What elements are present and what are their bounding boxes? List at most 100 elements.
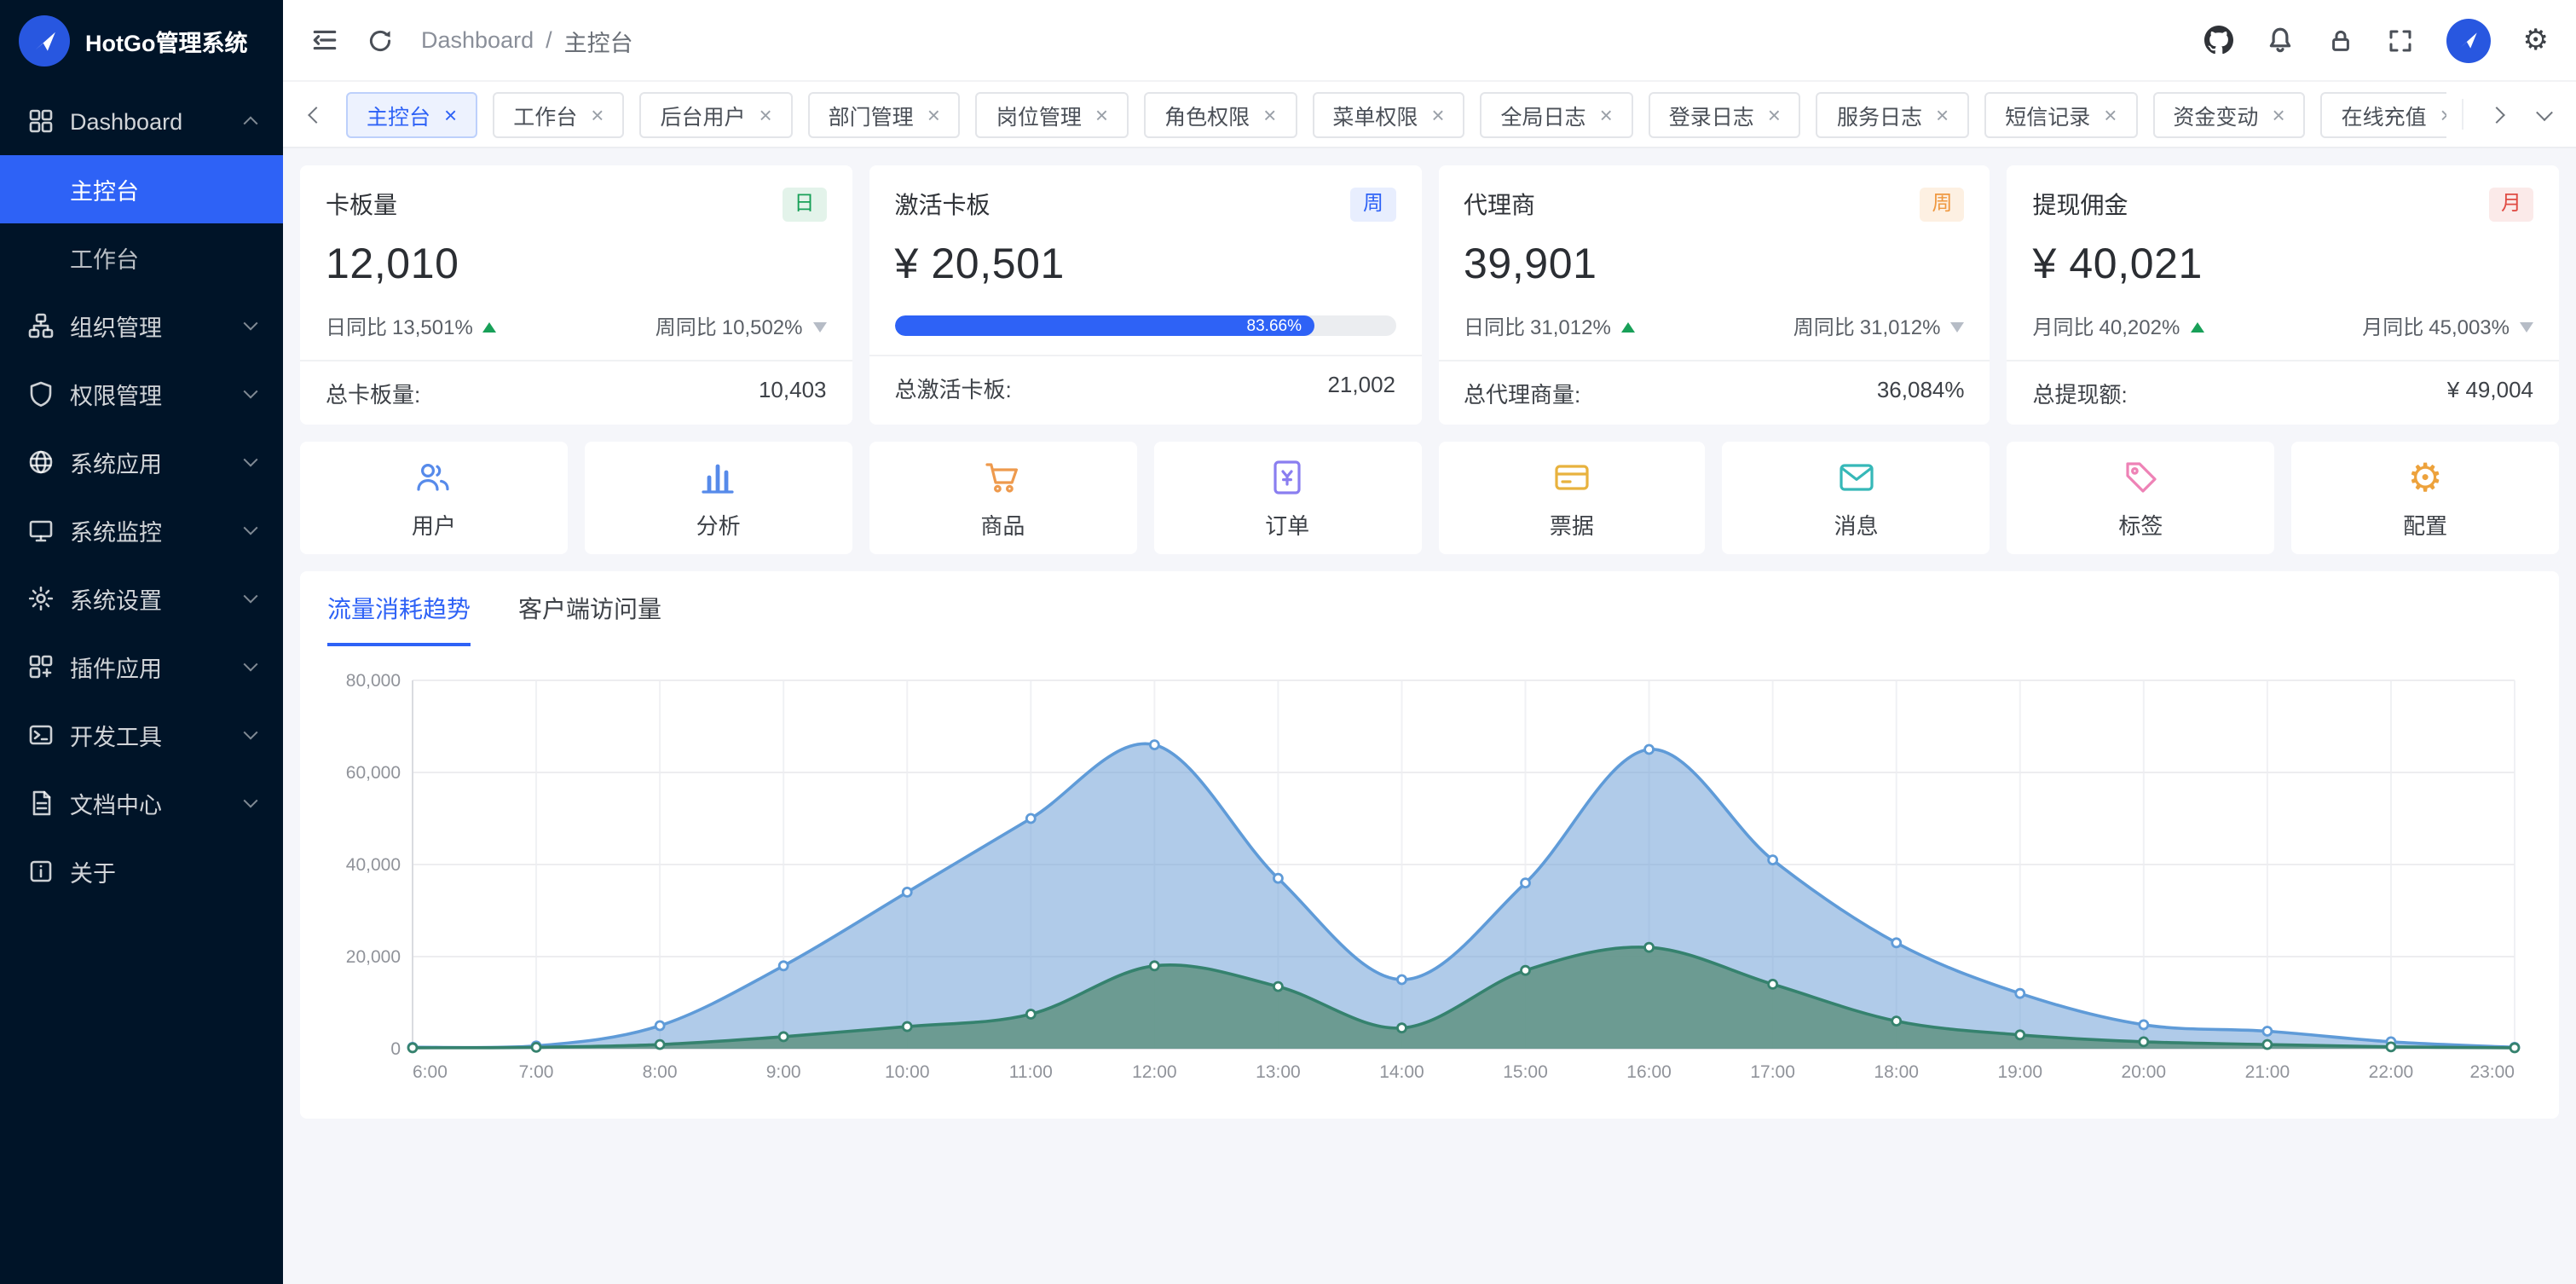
period-badge: 周	[1351, 188, 1395, 221]
trend-up-icon	[1621, 321, 1635, 332]
stat-footer-value: 10,403	[759, 377, 827, 409]
top-header: Dashboard / 主控台 ⚙	[283, 0, 2576, 80]
quick-action-config[interactable]: ⚙ 配置	[2291, 442, 2559, 554]
close-icon[interactable]: ×	[1263, 103, 1276, 125]
close-icon[interactable]: ×	[2272, 103, 2284, 125]
tab-departments[interactable]: 部门管理×	[808, 91, 961, 137]
sidebar-item-label: 系统监控	[70, 513, 230, 547]
app-logo[interactable]: HotGo管理系统	[0, 0, 283, 80]
close-icon[interactable]: ×	[591, 103, 604, 125]
stat-footer-label: 总代理商量:	[1464, 377, 1580, 409]
quick-action-users[interactable]: 用户	[300, 442, 568, 554]
user-avatar[interactable]	[2446, 18, 2491, 62]
tab-role-permissions[interactable]: 角色权限×	[1144, 91, 1297, 137]
tabs-scroll-right-button[interactable]	[2481, 99, 2511, 130]
close-icon[interactable]: ×	[1936, 103, 1949, 125]
close-icon[interactable]: ×	[444, 103, 457, 125]
quick-action-label: 分析	[696, 508, 741, 541]
tabs-menu-button[interactable]	[2528, 99, 2559, 130]
svg-text:13:00: 13:00	[1256, 1062, 1301, 1082]
tab-global-logs[interactable]: 全局日志×	[1481, 91, 1633, 137]
shopping-cart-icon	[982, 455, 1023, 500]
lock-icon[interactable]	[2327, 26, 2354, 54]
stat-card-card-volume: 卡板量 日 12,010 日同比13,501% 周同比10,502% 总卡板量:…	[300, 165, 852, 425]
sidebar-item-system-apps[interactable]: 系统应用	[0, 428, 283, 496]
trend-down-icon	[1951, 321, 1965, 332]
quick-action-orders[interactable]: 订单	[1153, 442, 1421, 554]
sidebar-item-console[interactable]: 主控台	[0, 155, 283, 223]
quick-action-invoices[interactable]: 票据	[1438, 442, 1706, 554]
close-icon[interactable]: ×	[2104, 103, 2117, 125]
settings-gear-icon[interactable]: ⚙	[2523, 26, 2550, 55]
close-icon[interactable]: ×	[1600, 103, 1613, 125]
close-icon[interactable]: ×	[1095, 103, 1108, 125]
stat-title: 代理商	[1464, 188, 1535, 222]
stat-cards-row: 卡板量 日 12,010 日同比13,501% 周同比10,502% 总卡板量:…	[300, 165, 2559, 425]
tabs-scroll-left-button[interactable]	[300, 99, 331, 130]
gear-icon	[27, 585, 55, 612]
shield-icon	[27, 380, 55, 408]
sidebar-item-system-settings[interactable]: 系统设置	[0, 564, 283, 633]
chart-tabs: 流量消耗趋势 客户端访问量	[327, 575, 2532, 646]
stat-value: 39,901	[1464, 240, 1965, 290]
close-icon[interactable]: ×	[759, 103, 771, 125]
order-receipt-icon	[1267, 455, 1308, 500]
breadcrumb-current[interactable]: 主控台	[564, 23, 633, 57]
notification-bell-icon[interactable]	[2266, 26, 2295, 55]
refresh-icon[interactable]	[367, 26, 394, 54]
sidebar-item-dev-tools[interactable]: 开发工具	[0, 701, 283, 769]
close-icon[interactable]: ×	[1768, 103, 1781, 125]
tab-service-logs[interactable]: 服务日志×	[1816, 91, 1969, 137]
tab-admin-users[interactable]: 后台用户×	[639, 91, 792, 137]
tab-login-logs[interactable]: 登录日志×	[1649, 91, 1801, 137]
sidebar-item-permissions[interactable]: 权限管理	[0, 360, 283, 428]
sidebar-item-workbench[interactable]: 工作台	[0, 223, 283, 292]
close-icon[interactable]: ×	[1431, 103, 1444, 125]
tab-label: 资金变动	[2173, 98, 2258, 130]
stat-value: 12,010	[326, 240, 827, 290]
tab-menu-permissions[interactable]: 菜单权限×	[1312, 91, 1464, 137]
stat-value: ¥ 20,501	[895, 240, 1396, 290]
quick-action-analytics[interactable]: 分析	[585, 442, 852, 554]
sidebar-item-plugins[interactable]: 插件应用	[0, 633, 283, 701]
tab-positions[interactable]: 岗位管理×	[976, 91, 1129, 137]
quick-action-tags[interactable]: 标签	[2007, 442, 2275, 554]
tab-fund-changes[interactable]: 资金变动 ×	[2152, 91, 2305, 137]
tab-console[interactable]: 主控台×	[346, 91, 477, 137]
sidebar-item-label: 系统设置	[70, 581, 230, 616]
menu-collapse-icon[interactable]	[310, 26, 339, 55]
tabs-strip: 主控台× 工作台× 后台用户× 部门管理× 岗位管理× 角色权限× 菜单权限× …	[346, 91, 2446, 137]
sidebar-item-organization[interactable]: 组织管理	[0, 292, 283, 360]
svg-text:11:00: 11:00	[1009, 1062, 1053, 1082]
github-icon[interactable]	[2204, 26, 2233, 55]
sidebar-item-about[interactable]: 关于	[0, 837, 283, 905]
chevron-down-icon	[244, 521, 258, 535]
terminal-icon	[27, 721, 55, 749]
stat-title: 卡板量	[326, 188, 397, 222]
breadcrumb-root[interactable]: Dashboard	[421, 27, 534, 53]
quick-action-products[interactable]: 商品	[869, 442, 1137, 554]
progress-label: 83.66%	[1247, 316, 1302, 335]
sidebar-item-label: 组织管理	[70, 309, 230, 343]
tab-sms-records[interactable]: 短信记录×	[1984, 91, 2137, 137]
fullscreen-icon[interactable]	[2387, 26, 2414, 54]
close-icon[interactable]: ×	[927, 103, 940, 125]
sidebar-subitem-label: 主控台	[70, 172, 139, 206]
chart-tab-client-visits[interactable]: 客户端访问量	[518, 575, 661, 646]
tab-workbench[interactable]: 工作台×	[493, 91, 624, 137]
chart-tab-traffic-trend[interactable]: 流量消耗趋势	[327, 575, 471, 646]
page-content: 卡板量 日 12,010 日同比13,501% 周同比10,502% 总卡板量:…	[283, 148, 2576, 1284]
svg-text:14:00: 14:00	[1379, 1062, 1424, 1082]
trend-week: 周同比31,012%	[1793, 312, 1965, 341]
tabs-controls	[2462, 99, 2559, 130]
svg-text:80,000: 80,000	[346, 671, 401, 691]
quick-action-messages[interactable]: 消息	[1723, 442, 1990, 554]
sidebar-item-system-monitor[interactable]: 系统监控	[0, 496, 283, 564]
close-icon[interactable]: ×	[2440, 103, 2446, 125]
chevron-down-icon	[244, 794, 258, 808]
tab-label: 在线充值	[2342, 98, 2427, 130]
sidebar-item-dashboard[interactable]: Dashboard	[0, 87, 283, 155]
tab-online-recharge[interactable]: 在线充值 ×	[2321, 91, 2446, 137]
svg-text:8:00: 8:00	[643, 1062, 678, 1082]
sidebar-item-docs[interactable]: 文档中心	[0, 769, 283, 837]
